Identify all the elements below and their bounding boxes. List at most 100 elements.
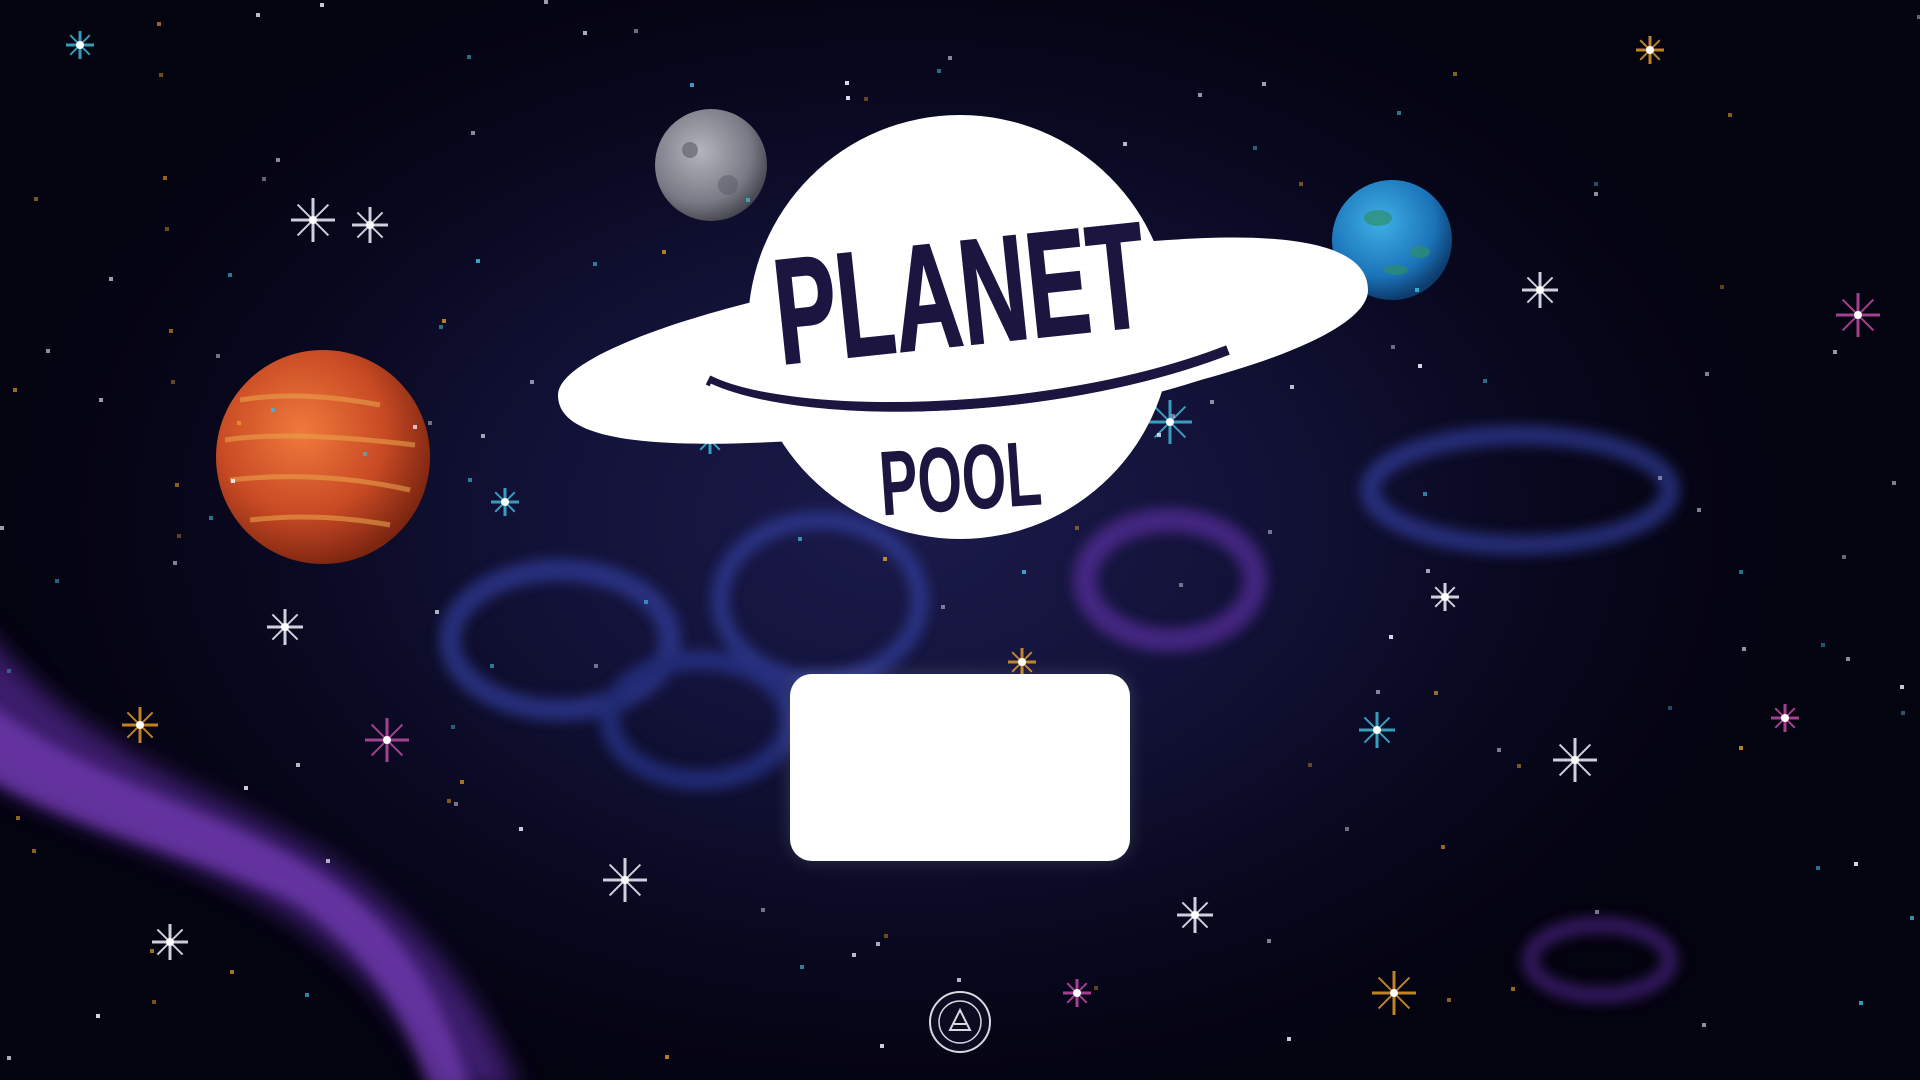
star-dot [1720, 285, 1724, 289]
star-dot [1842, 555, 1846, 559]
star-dot [1594, 182, 1598, 186]
star-dot [451, 725, 455, 729]
star-dot [7, 1056, 11, 1060]
star-dot [1423, 492, 1427, 496]
star [66, 31, 94, 59]
star-dot [1262, 82, 1266, 86]
star-dot [1910, 916, 1914, 920]
star-dot [262, 177, 266, 181]
star-dot [1418, 364, 1422, 368]
star-dot [1391, 345, 1395, 349]
star-dot [884, 934, 888, 938]
star-dot [271, 408, 275, 412]
star-dot [96, 1014, 100, 1018]
star-dot [467, 55, 471, 59]
star-dot [209, 516, 213, 520]
star-dot [1728, 113, 1732, 117]
star-dot [665, 1055, 669, 1059]
logo-title-pool: POOL [876, 423, 1044, 536]
star-dot [296, 763, 300, 767]
star-dot [544, 0, 548, 4]
star-dot [173, 561, 177, 565]
star-dot [937, 69, 941, 73]
star-dot [55, 579, 59, 583]
star-dot [439, 325, 443, 329]
star [1771, 704, 1799, 732]
star-dot [320, 3, 324, 7]
star-dot [1901, 711, 1905, 715]
star [291, 198, 335, 242]
star-dot [228, 273, 232, 277]
star-dot [326, 859, 330, 863]
star-dot [460, 780, 464, 784]
star-dot [948, 56, 952, 60]
star-dot [1511, 987, 1515, 991]
star [1372, 971, 1416, 1015]
star-dot [237, 421, 241, 425]
star-dot [177, 534, 181, 538]
star-dot [1900, 685, 1904, 689]
star [1008, 648, 1036, 676]
star-dot [447, 799, 451, 803]
star-dot [16, 816, 20, 820]
star-dot [690, 83, 694, 87]
star [491, 488, 519, 516]
star-dot [1453, 72, 1457, 76]
orange-planet [216, 350, 430, 564]
space-background: PLANET POOL [0, 0, 1920, 1080]
star-dot [244, 786, 248, 790]
star-dot [1179, 583, 1183, 587]
star-dot [1447, 998, 1451, 1002]
star-dot [519, 827, 523, 831]
star-dot [1697, 508, 1701, 512]
star-dot [1426, 569, 1430, 573]
star-dot [0, 526, 4, 530]
star-dot [880, 1044, 884, 1048]
star-dot [1094, 986, 1098, 990]
star-dot [171, 380, 175, 384]
star-dot [1022, 570, 1026, 574]
star-dot [34, 197, 38, 201]
star-dot [157, 22, 161, 26]
star-dot [13, 388, 17, 392]
star-dot [159, 73, 163, 77]
star-dot [1497, 748, 1501, 752]
star-dot [530, 380, 534, 384]
star-dot [32, 849, 36, 853]
star-dot [1287, 1037, 1291, 1041]
star [1063, 979, 1091, 1007]
star-dot [1376, 690, 1380, 694]
star-dot [1742, 647, 1746, 651]
star-dot [583, 31, 587, 35]
star-dot [1483, 379, 1487, 383]
star-dot [644, 600, 648, 604]
star-dot [1702, 1023, 1706, 1027]
star-dot [163, 176, 167, 180]
planet-pool-logo: PLANET POOL [558, 115, 1368, 539]
star [152, 924, 188, 960]
star [365, 718, 409, 762]
star-dot [476, 259, 480, 263]
star-dot [435, 610, 439, 614]
star [1431, 583, 1459, 611]
star-dot [1859, 1001, 1863, 1005]
star [352, 207, 388, 243]
star-dot [1739, 746, 1743, 750]
star-dot [845, 81, 849, 85]
star-dot [594, 664, 598, 668]
star-dot [1397, 111, 1401, 115]
star-dot [1308, 763, 1312, 767]
start-button[interactable] [790, 674, 1130, 861]
star [1636, 36, 1664, 64]
star-dot [442, 319, 446, 323]
star [1553, 738, 1597, 782]
star-dot [941, 605, 945, 609]
star-dot [169, 329, 173, 333]
star-dot [7, 669, 11, 673]
nebula-band [0, 648, 516, 1080]
star-dot [1821, 643, 1825, 647]
star-dot [363, 452, 367, 456]
star-dot [800, 965, 804, 969]
star-dot [165, 227, 169, 231]
star-dot [1389, 635, 1393, 639]
